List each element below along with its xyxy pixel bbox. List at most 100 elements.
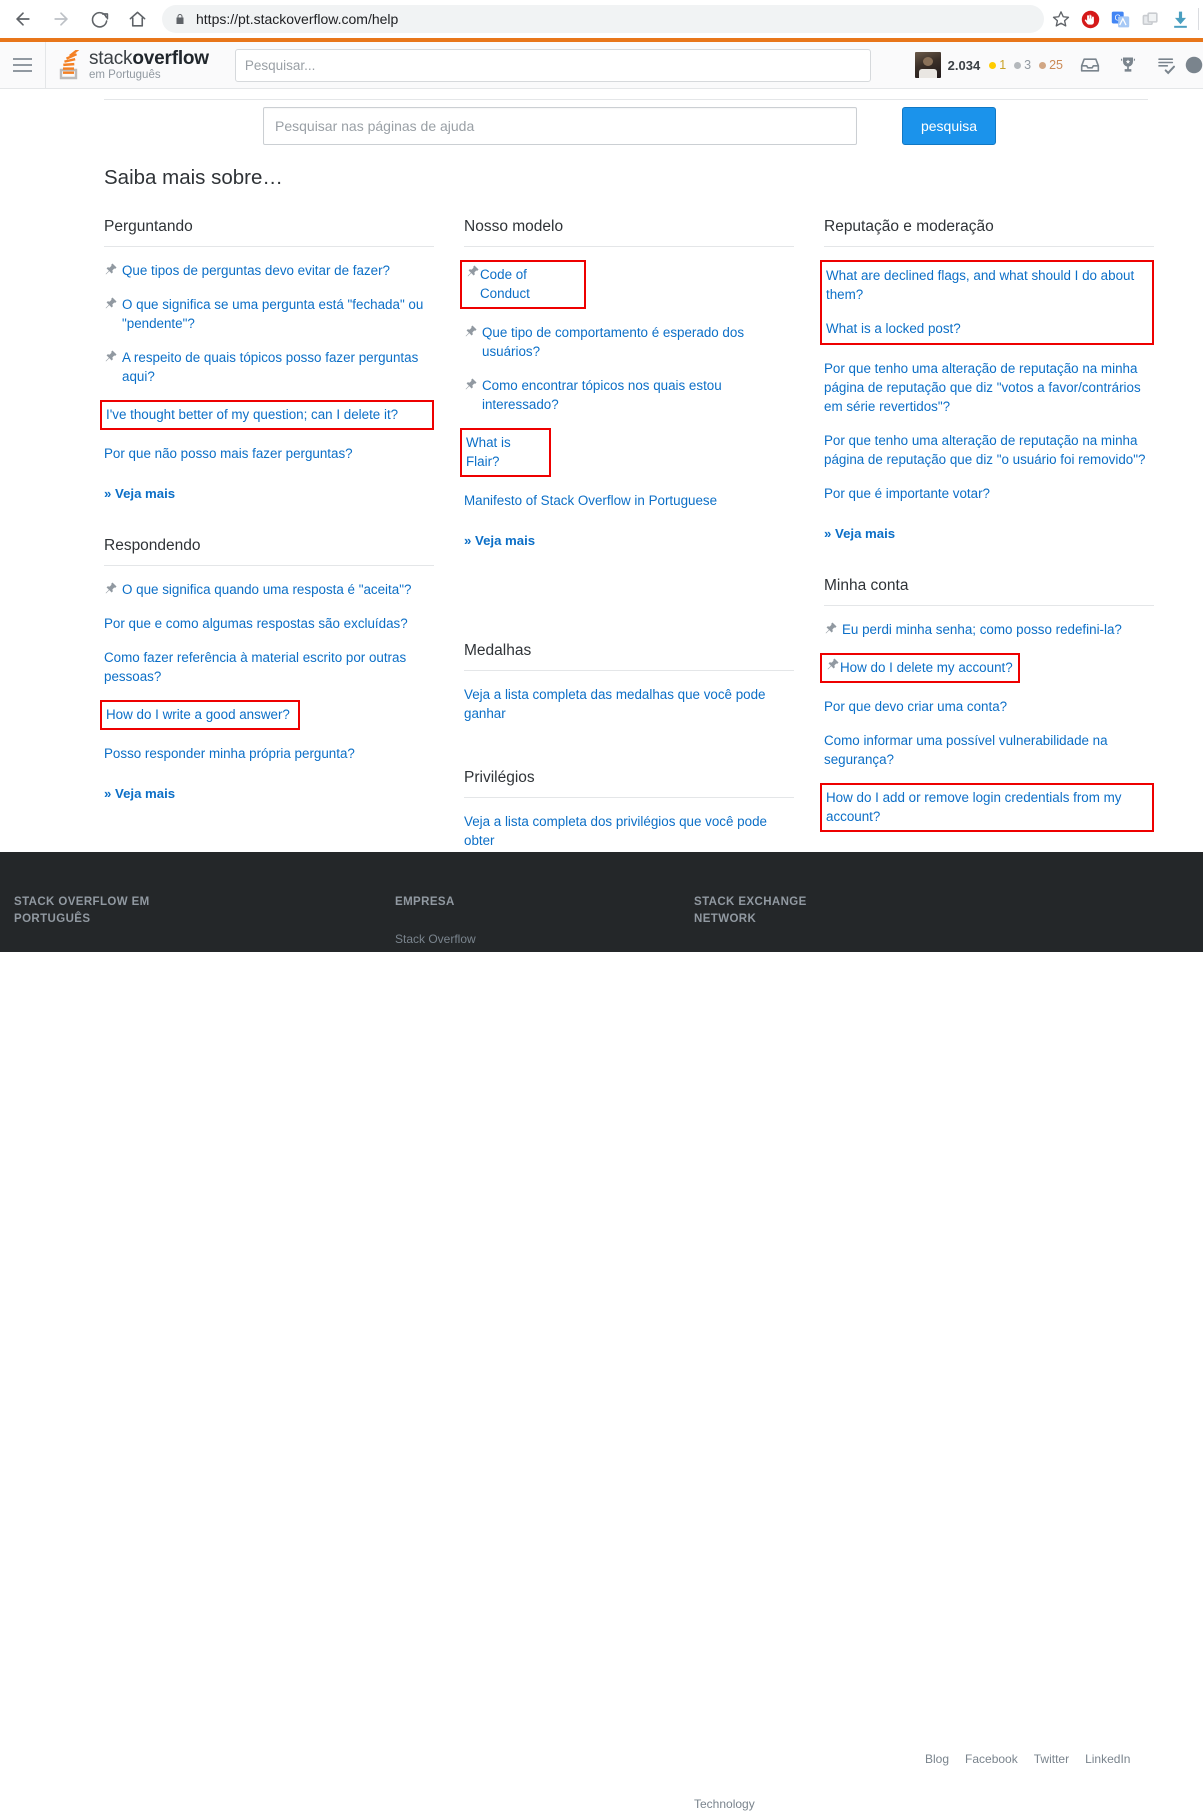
list-item-label: A respeito de quais tópicos posso fazer … bbox=[122, 350, 419, 384]
list-item-label: Por que tenho uma alteração de reputação… bbox=[824, 433, 1146, 467]
logo-stack-text: stack bbox=[89, 47, 133, 69]
list-item-label: Como encontrar tópicos nos quais estou i… bbox=[482, 378, 722, 412]
list-item-label: How do I add or remove login credentials… bbox=[826, 790, 1122, 824]
logo-subtitle: em Português bbox=[89, 68, 161, 81]
pin-icon bbox=[104, 296, 118, 310]
footer-link-blog[interactable]: Blog bbox=[925, 1752, 949, 1766]
nav-user-area: 2.034 1 3 25 bbox=[914, 42, 1203, 88]
trophy-icon[interactable] bbox=[1109, 42, 1147, 88]
pin-icon bbox=[464, 324, 478, 338]
section-title: Privilégios bbox=[464, 769, 794, 798]
list-item-label: O que significa se uma pergunta está "fe… bbox=[122, 297, 424, 331]
list-item[interactable]: O que significa se uma pergunta está "fe… bbox=[104, 294, 434, 334]
silver-badge-count[interactable]: 3 bbox=[1014, 58, 1031, 72]
list-item[interactable]: Por que tenho uma alteração de reputação… bbox=[824, 358, 1154, 417]
highlighted-group: What are declined flags, and what should… bbox=[820, 260, 1154, 345]
list-item[interactable]: Veja a lista completa dos privilégios qu… bbox=[464, 811, 794, 851]
highlighted-list-item[interactable]: Code of Conduct bbox=[460, 260, 586, 309]
section-items: O que significa quando uma resposta é "a… bbox=[100, 579, 434, 801]
help-column-middle: Nosso modelo Code of Conduct Que tipo de… bbox=[460, 218, 794, 869]
highlighted-list-item[interactable]: How do I add or remove login credentials… bbox=[820, 783, 1154, 832]
section-items: Veja a lista completa dos privilégios qu… bbox=[464, 811, 794, 851]
pin-icon bbox=[466, 264, 480, 278]
highlighted-list-item[interactable]: How do I write a good answer? bbox=[100, 700, 300, 730]
see-more-link[interactable]: » Veja mais bbox=[104, 486, 434, 501]
forward-arrow-icon[interactable] bbox=[46, 4, 76, 34]
list-item-label: Veja a lista completa das medalhas que v… bbox=[464, 687, 766, 721]
silver-badge-icon bbox=[1014, 61, 1022, 69]
review-icon[interactable] bbox=[1147, 42, 1185, 88]
list-item[interactable]: Como informar uma possível vulnerabilida… bbox=[824, 730, 1154, 770]
nav-search-input[interactable]: Pesquisar... bbox=[234, 48, 871, 82]
help-section-respondendo: Respondendo O que significa quando uma r… bbox=[100, 537, 434, 801]
hamburger-icon[interactable] bbox=[0, 42, 46, 88]
list-item[interactable]: Como encontrar tópicos nos quais estou i… bbox=[464, 375, 794, 415]
section-items: Que tipos de perguntas devo evitar de fa… bbox=[100, 260, 434, 501]
list-item[interactable]: Posso responder minha própria pergunta? bbox=[104, 743, 434, 764]
bronze-badge-count[interactable]: 25 bbox=[1039, 58, 1063, 72]
inbox-icon[interactable] bbox=[1071, 42, 1109, 88]
highlighted-list-item[interactable]: How do I delete my account? bbox=[820, 653, 1020, 683]
site-logo[interactable]: stackoverflow em Português bbox=[46, 42, 221, 88]
list-item-label: O que significa quando uma resposta é "a… bbox=[122, 582, 412, 597]
reputation-count: 2.034 bbox=[947, 57, 981, 73]
highlighted-list-item[interactable]: What is a locked post? bbox=[826, 318, 1148, 339]
list-item-label: Como informar uma possível vulnerabilida… bbox=[824, 733, 1108, 767]
list-item[interactable]: Veja a lista completa das medalhas que v… bbox=[464, 684, 794, 724]
gold-badge-count[interactable]: 1 bbox=[989, 58, 1006, 72]
home-icon[interactable] bbox=[122, 4, 152, 34]
list-item-label: I've thought better of my question; can … bbox=[106, 407, 399, 422]
profile-icon[interactable] bbox=[1185, 42, 1203, 88]
see-more-link[interactable]: » Veja mais bbox=[464, 533, 794, 548]
section-items: Eu perdi minha senha; como posso redefin… bbox=[820, 619, 1154, 869]
list-item[interactable]: Por que não posso mais fazer perguntas? bbox=[104, 443, 434, 464]
list-item[interactable]: Por que é importante votar? bbox=[824, 483, 1154, 504]
list-item[interactable]: Por que e como algumas respostas são exc… bbox=[104, 613, 434, 634]
footer-link-linkedin[interactable]: LinkedIn bbox=[1085, 1752, 1130, 1766]
footer-link-facebook[interactable]: Facebook bbox=[965, 1752, 1018, 1766]
list-item-label: Manifesto of Stack Overflow in Portugues… bbox=[464, 493, 718, 508]
highlighted-list-item[interactable]: What is Flair? bbox=[460, 428, 551, 477]
silver-badge-value: 3 bbox=[1024, 58, 1032, 72]
see-more-link[interactable]: » Veja mais bbox=[824, 526, 1154, 541]
footer-link-stack-overflow[interactable]: Stack Overflow bbox=[395, 932, 476, 946]
list-item[interactable]: Manifesto of Stack Overflow in Portugues… bbox=[464, 490, 794, 511]
section-title: Respondendo bbox=[104, 537, 434, 566]
help-search-input[interactable]: Pesquisar nas páginas de ajuda bbox=[263, 107, 857, 145]
pin-icon bbox=[824, 621, 838, 635]
back-arrow-icon[interactable] bbox=[8, 4, 38, 34]
highlighted-list-item[interactable]: What are declined flags, and what should… bbox=[826, 265, 1148, 305]
tabs-icon[interactable] bbox=[1136, 5, 1164, 33]
help-columns-grid: Perguntando Que tipos de perguntas devo … bbox=[100, 218, 1154, 869]
adblock-icon[interactable] bbox=[1076, 5, 1104, 33]
list-item[interactable]: Eu perdi minha senha; como posso redefin… bbox=[824, 619, 1154, 640]
address-bar[interactable]: https://pt.stackoverflow.com/help bbox=[162, 5, 1044, 33]
nav-search-placeholder: Pesquisar... bbox=[244, 57, 316, 73]
pin-icon bbox=[826, 657, 840, 671]
list-item[interactable]: A respeito de quais tópicos posso fazer … bbox=[104, 347, 434, 387]
list-item[interactable]: Que tipos de perguntas devo evitar de fa… bbox=[104, 260, 434, 281]
highlighted-list-item[interactable]: I've thought better of my question; can … bbox=[100, 400, 434, 430]
footer-column-title-site: STACK OVERFLOW EM PORTUGUÊS bbox=[14, 896, 150, 925]
list-item[interactable]: Por que tenho uma alteração de reputação… bbox=[824, 430, 1154, 470]
section-title: Medalhas bbox=[464, 642, 794, 671]
list-item[interactable]: Que tipo de comportamento é esperado dos… bbox=[464, 322, 794, 362]
list-item[interactable]: Por que devo criar uma conta? bbox=[824, 696, 1154, 717]
list-item[interactable]: Como fazer referência à material escrito… bbox=[104, 647, 434, 687]
download-icon[interactable] bbox=[1166, 5, 1194, 33]
see-more-link[interactable]: » Veja mais bbox=[104, 786, 434, 801]
list-item-label: Code of Conduct bbox=[480, 267, 530, 301]
footer-column-title-network: STACK EXCHANGE NETWORK bbox=[694, 896, 807, 925]
help-search-button[interactable]: pesquisa bbox=[902, 107, 996, 145]
footer-link-twitter[interactable]: Twitter bbox=[1034, 1752, 1069, 1766]
star-icon[interactable] bbox=[1048, 10, 1074, 28]
google-translate-icon[interactable]: G bbox=[1106, 5, 1134, 33]
help-section-nosso-modelo: Nosso modelo Code of Conduct Que tipo de… bbox=[460, 218, 794, 548]
list-item[interactable]: O que significa quando uma resposta é "a… bbox=[104, 579, 434, 600]
browser-toolbar: https://pt.stackoverflow.com/help G bbox=[0, 0, 1203, 38]
bronze-badge-value: 25 bbox=[1049, 58, 1063, 72]
reload-icon[interactable] bbox=[84, 4, 114, 34]
footer-link-technology[interactable]: Technology bbox=[694, 1797, 755, 1811]
content-top-divider bbox=[104, 99, 1148, 100]
avatar[interactable] bbox=[914, 52, 941, 78]
